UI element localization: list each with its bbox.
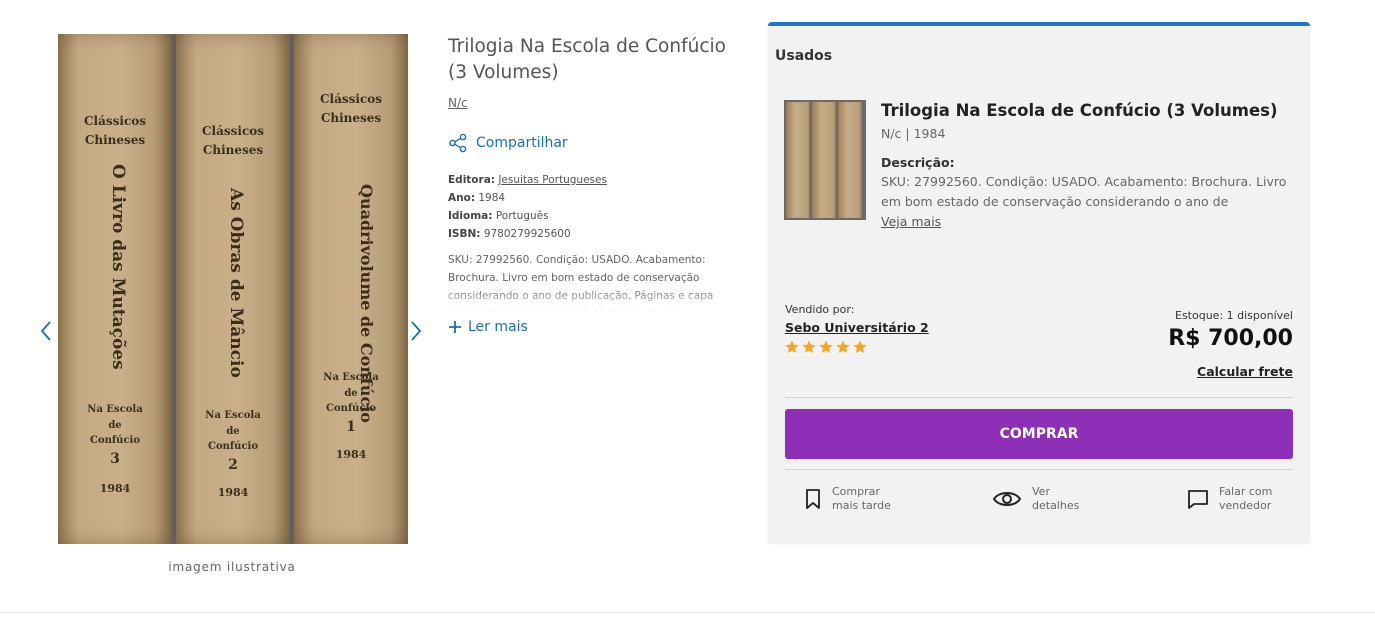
contact-seller-button[interactable]: Falar com vendedor — [1187, 485, 1272, 513]
star-icon — [836, 340, 850, 353]
detail-year: Ano: 1984 — [448, 192, 506, 204]
image-caption: imagem ilustrativa — [168, 560, 296, 574]
seller-link[interactable]: Sebo Universitário 2 — [785, 320, 929, 335]
read-more-label: Ler mais — [468, 319, 528, 335]
product-description: SKU: 27992560. Condição: USADO. Acabamen… — [448, 251, 748, 313]
star-icon — [819, 340, 833, 353]
product-info: Trilogia Na Escola de Confúcio (3 Volume… — [448, 34, 748, 335]
star-icon — [802, 340, 816, 353]
offer-thumbnail[interactable] — [784, 100, 866, 220]
book-spine: Clássicos Chineses As Obras de Mâncio Na … — [176, 34, 290, 544]
seller-rating — [784, 339, 868, 355]
product-image[interactable]: Clássicos Chineses O Livro das Mutações N… — [58, 34, 408, 544]
price: R$ 700,00 — [1168, 326, 1293, 351]
detail-language: Idioma: Português — [448, 210, 549, 222]
view-details-button[interactable]: Ver detalhes — [992, 485, 1079, 513]
sold-by-label: Vendido por: — [785, 303, 855, 316]
see-more-link[interactable]: Veja mais — [881, 214, 941, 229]
author-link[interactable]: N/c — [448, 96, 468, 110]
chat-icon — [1188, 490, 1208, 509]
offer-section-label: Usados — [775, 48, 833, 64]
chevron-right-icon — [411, 321, 422, 341]
offer-description-label: Descrição: — [881, 155, 955, 170]
gallery-prev-button[interactable] — [36, 313, 56, 349]
share-label: Compartilhar — [476, 135, 568, 151]
eye-icon — [992, 492, 1022, 506]
product-title: Trilogia Na Escola de Confúcio (3 Volume… — [448, 36, 726, 83]
read-more-button[interactable]: Ler mais — [448, 319, 748, 335]
star-icon — [785, 340, 799, 353]
divider — [785, 469, 1293, 470]
detail-publisher: Editora: Jesuitas Portugueses — [448, 174, 607, 186]
book-spine: Clássicos Chineses O Livro das Mutações N… — [58, 34, 172, 544]
chevron-left-icon — [40, 321, 51, 341]
share-button[interactable]: Compartilhar — [448, 133, 748, 153]
calculate-freight-link[interactable]: Calcular frete — [1197, 364, 1293, 379]
detail-isbn: ISBN: 9780279925600 — [448, 228, 571, 240]
buy-later-button[interactable]: Comprar mais tarde — [804, 485, 891, 513]
plus-icon — [449, 321, 461, 333]
top-cutoff-line — [140, 0, 300, 4]
product-details: Editora: Jesuitas Portugueses Ano: 1984 … — [448, 171, 748, 243]
offer-description: SKU: 27992560. Condição: USADO. Acabamen… — [881, 174, 1287, 209]
offer-info: Trilogia Na Escola de Confúcio (3 Volume… — [881, 100, 1293, 230]
buy-button[interactable]: COMPRAR — [785, 409, 1293, 459]
offer-title[interactable]: Trilogia Na Escola de Confúcio (3 Volume… — [881, 100, 1293, 122]
bookmark-icon — [806, 489, 820, 509]
product-gallery: Clássicos Chineses O Livro das Mutações N… — [36, 30, 436, 590]
share-icon — [449, 133, 467, 153]
publisher-link[interactable]: Jesuitas Portugueses — [498, 174, 607, 186]
offer-subtitle: N/c | 1984 — [881, 126, 946, 141]
page-divider — [0, 612, 1375, 613]
book-spine: Clássicos Chineses Quadrivolume de Confúc… — [294, 34, 408, 544]
star-icon — [853, 340, 867, 353]
gallery-next-button[interactable] — [406, 313, 426, 349]
stock-label: Estoque: 1 disponível — [1175, 309, 1293, 322]
offer-card: Usados Trilogia Na Escola de Confúcio (3… — [768, 22, 1310, 543]
divider — [785, 397, 1293, 398]
